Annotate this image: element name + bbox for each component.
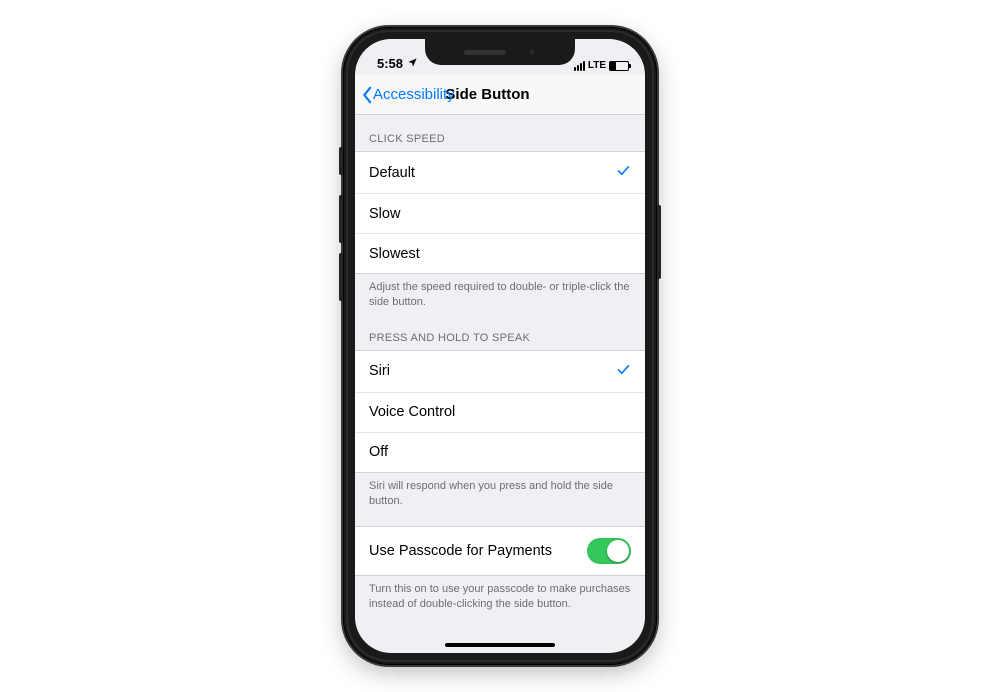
- location-icon: [407, 56, 418, 71]
- back-button[interactable]: Accessibility: [361, 75, 455, 114]
- press-hold-option-voice-control[interactable]: Voice Control: [355, 393, 645, 433]
- option-label: Default: [369, 165, 415, 181]
- option-label: Voice Control: [369, 404, 455, 420]
- use-passcode-switch[interactable]: [587, 538, 631, 564]
- section-press-hold: Siri Voice Control Off: [355, 350, 645, 473]
- section-passcode: Use Passcode for Payments: [355, 526, 645, 576]
- section-header-click-speed: CLICK SPEED: [355, 115, 645, 151]
- cellular-signal-icon: [574, 61, 585, 71]
- screen: 5:58 LTE Accessibility: [355, 39, 645, 653]
- mute-switch: [339, 147, 343, 175]
- option-label: Slow: [369, 206, 400, 222]
- network-label: LTE: [588, 60, 606, 71]
- iphone-device-frame: 5:58 LTE Accessibility: [343, 27, 657, 665]
- battery-icon: [609, 61, 629, 71]
- row-label: Use Passcode for Payments: [369, 543, 552, 559]
- home-indicator[interactable]: [445, 643, 555, 647]
- front-camera: [528, 48, 536, 56]
- settings-content: CLICK SPEED Default Slow Slowest: [355, 115, 645, 653]
- navigation-bar: Accessibility Side Button: [355, 75, 645, 115]
- checkmark-icon: [616, 163, 631, 182]
- click-speed-option-slowest[interactable]: Slowest: [355, 234, 645, 274]
- volume-down-button: [339, 253, 343, 301]
- switch-knob: [607, 540, 629, 562]
- section-click-speed: Default Slow Slowest: [355, 151, 645, 274]
- section-header-press-hold: PRESS AND HOLD TO SPEAK: [355, 314, 645, 350]
- option-label: Slowest: [369, 246, 420, 262]
- section-footer-press-hold: Siri will respond when you press and hol…: [355, 473, 645, 513]
- status-time: 5:58: [377, 56, 403, 71]
- press-hold-option-siri[interactable]: Siri: [355, 351, 645, 393]
- section-footer-passcode: Turn this on to use your passcode to mak…: [355, 576, 645, 616]
- option-label: Siri: [369, 363, 390, 379]
- chevron-left-icon: [361, 86, 373, 104]
- click-speed-option-default[interactable]: Default: [355, 152, 645, 194]
- checkmark-icon: [616, 362, 631, 381]
- back-label: Accessibility: [373, 86, 455, 103]
- volume-up-button: [339, 195, 343, 243]
- click-speed-option-slow[interactable]: Slow: [355, 194, 645, 234]
- side-button-hardware: [657, 205, 661, 279]
- press-hold-option-off[interactable]: Off: [355, 433, 645, 473]
- section-footer-click-speed: Adjust the speed required to double- or …: [355, 274, 645, 314]
- option-label: Off: [369, 444, 388, 460]
- notch: [425, 39, 575, 65]
- earpiece: [464, 50, 506, 55]
- use-passcode-row[interactable]: Use Passcode for Payments: [355, 527, 645, 576]
